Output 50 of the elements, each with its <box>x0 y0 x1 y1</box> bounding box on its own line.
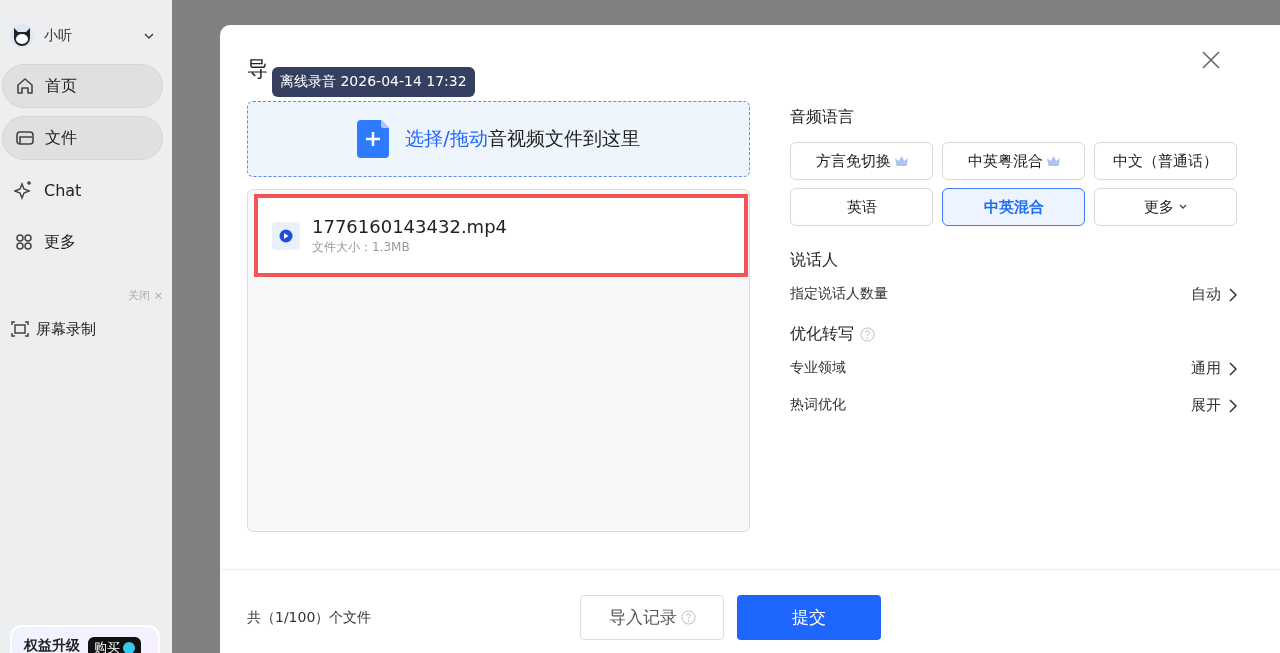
home-icon <box>15 76 35 96</box>
setting-value[interactable]: 展开 <box>1191 396 1237 415</box>
setting-label: 热词优化 <box>790 396 846 414</box>
chevron-right-icon <box>1229 361 1237 376</box>
video-file-icon <box>272 221 300 250</box>
close-icon[interactable] <box>1202 51 1220 69</box>
language-option[interactable]: 中英粤混合 <box>942 142 1085 180</box>
upgrade-banner[interactable]: 权益升级 购买 <box>10 625 160 653</box>
language-option[interactable]: 中文（普通话） <box>1094 142 1237 180</box>
file-count: 共（1/100）个文件 <box>247 608 373 627</box>
file-size: 文件大小：1.3MB <box>312 238 411 256</box>
drop-zone[interactable]: 选择/拖动音视频文件到这里 <box>247 101 750 177</box>
chevron-right-icon <box>1229 398 1237 413</box>
user-name[interactable]: 小听 <box>44 27 133 45</box>
history-button[interactable]: 导入记录 <box>580 595 724 640</box>
setting-label: 专业领域 <box>790 359 846 377</box>
sparkle-icon <box>14 180 34 200</box>
add-file-icon <box>357 120 390 158</box>
setting-value[interactable]: 通用 <box>1191 359 1237 378</box>
nav-item[interactable]: Chat <box>2 168 163 212</box>
nav-item[interactable]: 文件 <box>2 116 163 160</box>
crown-icon <box>1046 156 1060 166</box>
chevron-down-icon[interactable] <box>143 32 155 40</box>
dialog-title: 导 <box>247 56 268 83</box>
drop-zone-text: 选择/拖动音视频文件到这里 <box>405 126 640 151</box>
folder-icon <box>15 128 35 148</box>
tooltip: 离线录音 2026-04-14 17:32 <box>272 67 475 97</box>
section-title: 说话人 <box>790 250 838 271</box>
crown-icon <box>894 156 908 166</box>
nav-item[interactable]: 首页 <box>2 64 163 108</box>
screen-record-icon <box>10 319 30 339</box>
file-item[interactable]: 1776160143432.mp4 文件大小：1.3MB <box>254 194 748 277</box>
language-option[interactable]: 英语 <box>790 188 933 226</box>
upgrade-label: 权益升级 <box>24 637 80 653</box>
submit-button[interactable]: 提交 <box>737 595 881 640</box>
language-option[interactable]: 方言免切换 <box>790 142 933 180</box>
buy-button[interactable]: 购买 <box>88 637 141 653</box>
setting-value[interactable]: 自动 <box>1191 285 1237 304</box>
language-option[interactable]: 更多 <box>1094 188 1237 226</box>
file-name: 1776160143432.mp4 <box>312 215 507 237</box>
setting-label: 指定说话人数量 <box>790 285 888 303</box>
chevron-right-icon <box>1229 287 1237 302</box>
avatar-icon[interactable] <box>10 24 34 48</box>
nav-item[interactable]: 更多 <box>2 220 163 264</box>
tool-item[interactable]: 屏幕录制 <box>2 319 163 339</box>
caret-icon <box>1177 203 1188 211</box>
section-title: 优化转写 <box>790 324 854 345</box>
section-title: 音频语言 <box>790 107 854 128</box>
language-option[interactable]: 中英混合 <box>942 188 1085 226</box>
grid-icon <box>14 232 34 252</box>
